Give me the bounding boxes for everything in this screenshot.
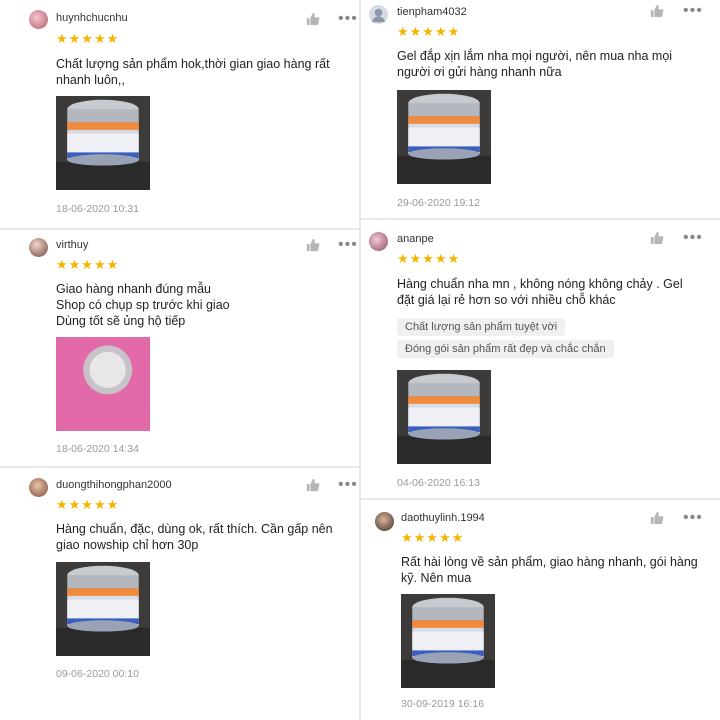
review-date: 18-06-2020 10:31: [56, 203, 139, 215]
review-card: virthuy ★★★★★ ••• Giao hàng nhanh đúng m…: [0, 230, 359, 466]
review-text-line: giao nowship chỉ hơn 30p: [56, 538, 199, 552]
review-date: 29-06-2020 19:12: [397, 197, 480, 209]
thumbs-up-icon[interactable]: [650, 4, 664, 18]
rating-stars: ★★★★★: [397, 24, 461, 39]
review-text-line: đặt giá lại rẻ hơn so với nhiều chỗ khác: [397, 293, 616, 307]
review-text-line: nhanh luôn,,: [56, 73, 125, 87]
review-card: ananpe ★★★★★ ••• Hàng chuẩn nha mn , khô…: [361, 220, 720, 498]
review-text-line: Gel đắp xịn lắm nha mọi người, nên mua n…: [397, 49, 673, 63]
review-text-line: Rất hài lòng về sản phẩm, giao hàng nhan…: [401, 555, 698, 569]
username[interactable]: duongthihongphan2000: [56, 479, 172, 491]
default-avatar-icon: [371, 8, 386, 23]
review-date: 30-09-2019 16:16: [401, 698, 484, 710]
rating-stars: ★★★★★: [56, 497, 120, 512]
review-date: 18-06-2020 14:34: [56, 443, 139, 455]
review-text-line: kỹ. Nên mua: [401, 571, 472, 585]
rating-stars: ★★★★★: [397, 251, 461, 266]
review-tag: Đóng gói sản phẩm rất đẹp và chắc chắn: [397, 340, 614, 358]
review-card: huynhchucnhu ★★★★★ ••• Chất lượng sản ph…: [0, 0, 359, 228]
review-text: Hàng chuẩn, đặc, dùng ok, rất thích. Cần…: [56, 521, 333, 553]
review-text-line: Hàng chuẩn nha mn , không nóng không chả…: [397, 277, 683, 291]
more-dots-icon[interactable]: •••: [338, 237, 358, 253]
thumbs-up-icon[interactable]: [650, 231, 664, 245]
more-dots-icon[interactable]: •••: [683, 3, 703, 19]
username[interactable]: daothuylinh.1994: [401, 512, 485, 524]
rating-stars: ★★★★★: [401, 530, 465, 545]
review-text: Giao hàng nhanh đúng mẫu Shop có chụp sp…: [56, 281, 230, 329]
avatar[interactable]: [29, 10, 48, 29]
more-dots-icon[interactable]: •••: [683, 510, 703, 526]
more-dots-icon[interactable]: •••: [338, 11, 358, 27]
product-photo[interactable]: [56, 96, 150, 190]
thumbs-up-icon[interactable]: [306, 478, 320, 492]
review-card: daothuylinh.1994 ★★★★★ ••• Rất hài lòng …: [361, 500, 720, 720]
rating-stars: ★★★★★: [56, 31, 120, 46]
review-text-line: Hàng chuẩn, đặc, dùng ok, rất thích. Cần…: [56, 522, 333, 536]
review-text-line: Dùng tốt sẽ ủng hộ tiếp: [56, 314, 186, 328]
review-text: Gel đắp xịn lắm nha mọi người, nên mua n…: [397, 48, 672, 80]
thumbs-up-icon[interactable]: [650, 511, 664, 525]
avatar[interactable]: [369, 5, 388, 24]
review-date: 09-06-2020 00:10: [56, 668, 139, 680]
avatar[interactable]: [375, 512, 394, 531]
review-date: 04-06-2020 16:13: [397, 477, 480, 489]
username[interactable]: virthuy: [56, 239, 88, 251]
review-tag: Chất lượng sản phẩm tuyệt vời: [397, 318, 566, 336]
avatar[interactable]: [369, 232, 388, 251]
more-dots-icon[interactable]: •••: [338, 477, 358, 493]
review-text-line: Shop có chụp sp trước khi giao: [56, 298, 230, 312]
review-text: Rất hài lòng về sản phẩm, giao hàng nhan…: [401, 554, 698, 586]
username[interactable]: huynhchucnhu: [56, 12, 128, 24]
thumbs-up-icon[interactable]: [306, 238, 320, 252]
review-text: Chất lượng sản phẩm hok,thời gian giao h…: [56, 56, 330, 88]
rating-stars: ★★★★★: [56, 257, 120, 272]
more-dots-icon[interactable]: •••: [683, 230, 703, 246]
review-text-line: Chất lượng sản phẩm hok,thời gian giao h…: [56, 57, 330, 71]
product-photo[interactable]: [56, 562, 150, 656]
review-card: tienpham4032 ★★★★★ ••• Gel đắp xịn lắm n…: [361, 0, 720, 218]
avatar[interactable]: [29, 478, 48, 497]
product-photo[interactable]: [401, 594, 495, 688]
product-photo[interactable]: [397, 370, 491, 464]
username[interactable]: tienpham4032: [397, 6, 467, 18]
review-card: duongthihongphan2000 ★★★★★ ••• Hàng chuẩ…: [0, 468, 359, 720]
review-text-line: người ơi gửi hàng nhanh nữa: [397, 65, 562, 79]
review-text: Hàng chuẩn nha mn , không nóng không chả…: [397, 276, 683, 308]
thumbs-up-icon[interactable]: [306, 12, 320, 26]
product-photo[interactable]: [397, 90, 491, 184]
product-photo[interactable]: [56, 337, 150, 431]
review-text-line: Giao hàng nhanh đúng mẫu: [56, 282, 211, 296]
username[interactable]: ananpe: [397, 233, 434, 245]
avatar[interactable]: [29, 238, 48, 257]
